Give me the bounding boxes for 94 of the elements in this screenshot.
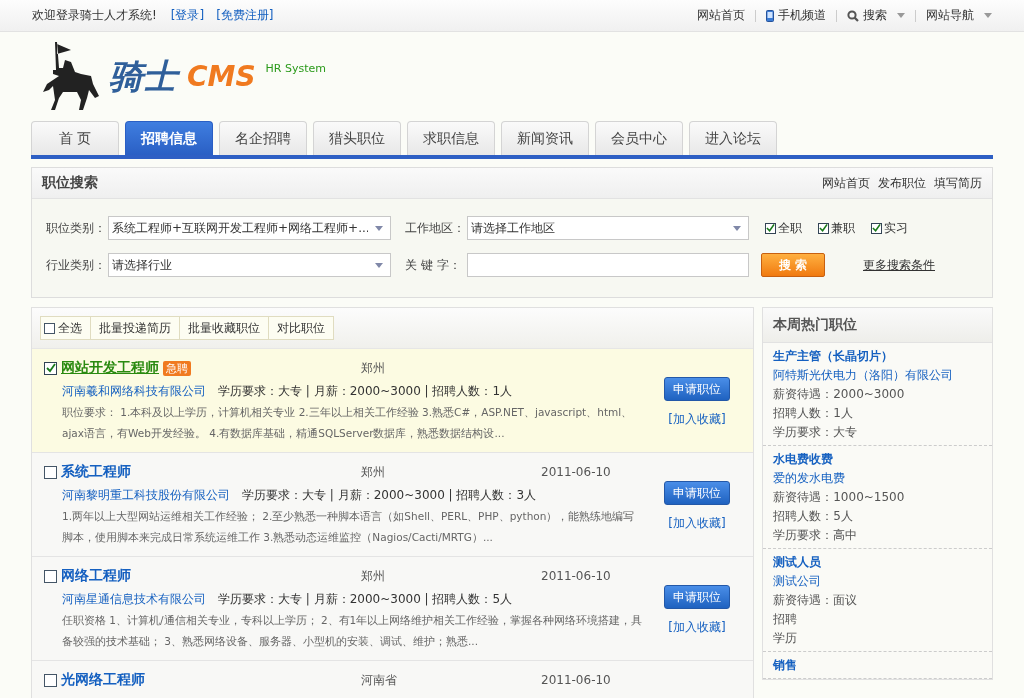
top-menu-item[interactable]: 网站导航 xyxy=(926,7,992,24)
job-checkbox[interactable] xyxy=(44,361,57,375)
job-city: 郑州 xyxy=(361,567,386,585)
logo-text: 骑士 xyxy=(107,54,183,98)
logo-tagline: HR System xyxy=(265,61,326,75)
hot-job-detail: 招聘人数：1人 xyxy=(773,405,854,422)
hot-job-company-link[interactable]: 测试公司 xyxy=(773,572,982,591)
top-menu-item[interactable]: 网站首页 xyxy=(697,7,745,24)
job-date: 2011-06-10 xyxy=(541,673,611,687)
caret-icon xyxy=(375,262,383,268)
nav-tab[interactable]: 名企招聘 xyxy=(219,121,307,155)
nav-tab[interactable]: 新闻资讯 xyxy=(501,121,589,155)
job-type-checkbox[interactable]: 实习 xyxy=(871,219,908,237)
hot-job-company-link[interactable]: 阿特斯光伏电力（洛阳）有限公司 xyxy=(773,366,982,385)
top-menu-item[interactable]: 搜索 xyxy=(847,7,905,24)
top-menu-item[interactable]: 手机频道 xyxy=(766,7,826,24)
hot-job-company-link[interactable]: 爱的发水电费 xyxy=(773,469,982,488)
add-favorite-link[interactable]: [加入收藏] xyxy=(668,411,726,428)
hot-job-detail: 薪资待遇：面议 xyxy=(773,592,859,609)
job-type-checkbox[interactable]: 兼职 xyxy=(818,219,855,237)
apply-button[interactable]: 申请职位 xyxy=(664,481,730,505)
nav-tab[interactable]: 会员中心 xyxy=(595,121,683,155)
hot-job-title-link[interactable]: 测试人员 xyxy=(773,553,982,572)
company-link[interactable]: 河南星通信息技术有限公司 xyxy=(62,591,206,608)
caret-icon xyxy=(984,13,992,18)
panel-title: 本周热门职位 xyxy=(773,316,858,334)
job-checkbox[interactable] xyxy=(44,465,57,479)
job-description: 任职资格 1、计算机/通信相关专业，专科以上学历； 2、有1年以上网络维护相关工作经验，掌握各种网络环境搭建，具备较强的技术基础； 3、熟悉网络设备、服务器、小型机的安装、调试、维护；熟悉... xyxy=(62,613,644,649)
nav-tab[interactable]: 猎头职位 xyxy=(313,121,401,155)
job-city: 郑州 xyxy=(361,463,386,481)
nav-tab[interactable]: 首 页 xyxy=(31,121,119,155)
field-label: 工作地区： xyxy=(405,219,466,237)
job-checkbox[interactable] xyxy=(44,569,57,583)
add-favorite-link[interactable]: [加入收藏] xyxy=(668,619,726,636)
job-city: 河南省 xyxy=(361,671,398,689)
hot-job-detail: 学历 xyxy=(773,630,799,647)
area-select[interactable]: 请选择工作地区 xyxy=(467,216,749,240)
knight-logo-icon xyxy=(41,40,101,112)
field-label: 行业类别： xyxy=(46,256,107,274)
job-checkbox[interactable] xyxy=(44,673,57,687)
job-description: 1.两年以上大型网站运维相关工作经验； 2.至少熟悉一种脚本语言（如Shell、PERL、PHP、python），能熟练地编写脚本，使用脚本来完成日常系统运维工作 3.熟悉动态运维监控（Nagios/Cacti/MRTG）... xyxy=(62,509,636,545)
check-icon xyxy=(872,223,881,233)
field-label: 关 键 字： xyxy=(405,256,462,274)
panel-title: 职位搜索 xyxy=(42,174,98,192)
company-link[interactable]: 河南羲和网络科技有限公司 xyxy=(62,383,206,400)
apply-button[interactable]: 申请职位 xyxy=(664,377,730,401)
logo-text: CMS xyxy=(187,59,256,93)
company-link[interactable]: 河南黎明重工科技股份有限公司 xyxy=(62,487,230,504)
job-meta: 学历要求：大专 | 月薪：2000~3000 | 招聘人数：1人 xyxy=(218,383,513,400)
caret-icon xyxy=(897,13,905,18)
job-title-link[interactable]: 光网络工程师 xyxy=(61,671,145,689)
check-icon xyxy=(45,363,56,373)
industry-select[interactable]: 请选择行业 xyxy=(108,253,391,277)
job-city: 郑州 xyxy=(361,359,386,377)
panel-link[interactable]: 网站首页 xyxy=(822,174,870,192)
apply-button[interactable]: 申请职位 xyxy=(664,585,730,609)
job-date: 2011-06-10 xyxy=(541,465,611,479)
hot-job-title-link[interactable]: 生产主管（长晶切片） xyxy=(773,347,982,366)
top-link[interactable]: [免费注册] xyxy=(216,7,274,24)
job-meta: 学历要求：大专 | 月薪：2000~3000 | 招聘人数：3人 xyxy=(242,487,537,504)
hot-job-detail: 学历要求：大专 xyxy=(773,424,859,441)
top-link[interactable]: [登录] xyxy=(170,7,205,24)
phone-icon xyxy=(766,9,774,22)
panel-link[interactable]: 填写简历 xyxy=(934,174,982,192)
hot-job-detail: 招聘人数：5人 xyxy=(773,508,854,525)
hot-job-detail: 招聘 xyxy=(773,611,799,628)
field-label: 职位类别： xyxy=(46,219,107,237)
more-conditions-link[interactable]: 更多搜索条件 xyxy=(863,256,935,274)
job-title-link[interactable]: 系统工程师 xyxy=(61,463,131,481)
hot-job-detail: 薪资待遇：1000~1500 xyxy=(773,489,906,506)
job-type-checkbox[interactable]: 全职 xyxy=(765,219,802,237)
check-icon xyxy=(819,223,828,233)
category-select[interactable]: 系统工程师+互联网开发工程师+网络工程师+... xyxy=(108,216,391,240)
urgent-badge: 急聘 xyxy=(163,360,191,376)
nav-tab[interactable]: 招聘信息 xyxy=(125,121,213,155)
hot-job-title-link[interactable]: 销售 xyxy=(773,656,982,675)
check-icon xyxy=(766,223,775,233)
hot-job-title-link[interactable]: 水电费收费 xyxy=(773,450,982,469)
caret-icon xyxy=(375,225,383,231)
nav-tab[interactable]: 求职信息 xyxy=(407,121,495,155)
search-icon xyxy=(847,9,859,22)
add-favorite-link[interactable]: [加入收藏] xyxy=(668,515,726,532)
job-title-link[interactable]: 网络工程师 xyxy=(61,567,131,585)
job-date: 2011-06-10 xyxy=(541,569,611,583)
hot-job-detail: 薪资待遇：2000~3000 xyxy=(773,386,906,403)
job-meta: 学历要求：大专 | 月薪：2000~3000 | 招聘人数：5人 xyxy=(218,591,513,608)
keyword-input[interactable] xyxy=(467,253,749,277)
nav-tab[interactable]: 进入论坛 xyxy=(689,121,777,155)
welcome-text: 欢迎登录骑士人才系统! xyxy=(32,7,157,24)
panel-link[interactable]: 发布职位 xyxy=(878,174,926,192)
job-description: 职位要求： 1.本科及以上学历，计算机相关专业 2.三年以上相关工作经验 3.熟悉C#，ASP.NET、javascript、html、ajax语言，有Web开发经验。 4.有数据库基础，精通SQLServer数据库，熟悉数据结构设... xyxy=(62,405,634,441)
job-title-link[interactable]: 网站开发工程师 xyxy=(61,359,159,377)
caret-icon xyxy=(733,225,741,231)
hot-job-detail: 学历要求：高中 xyxy=(773,527,859,544)
